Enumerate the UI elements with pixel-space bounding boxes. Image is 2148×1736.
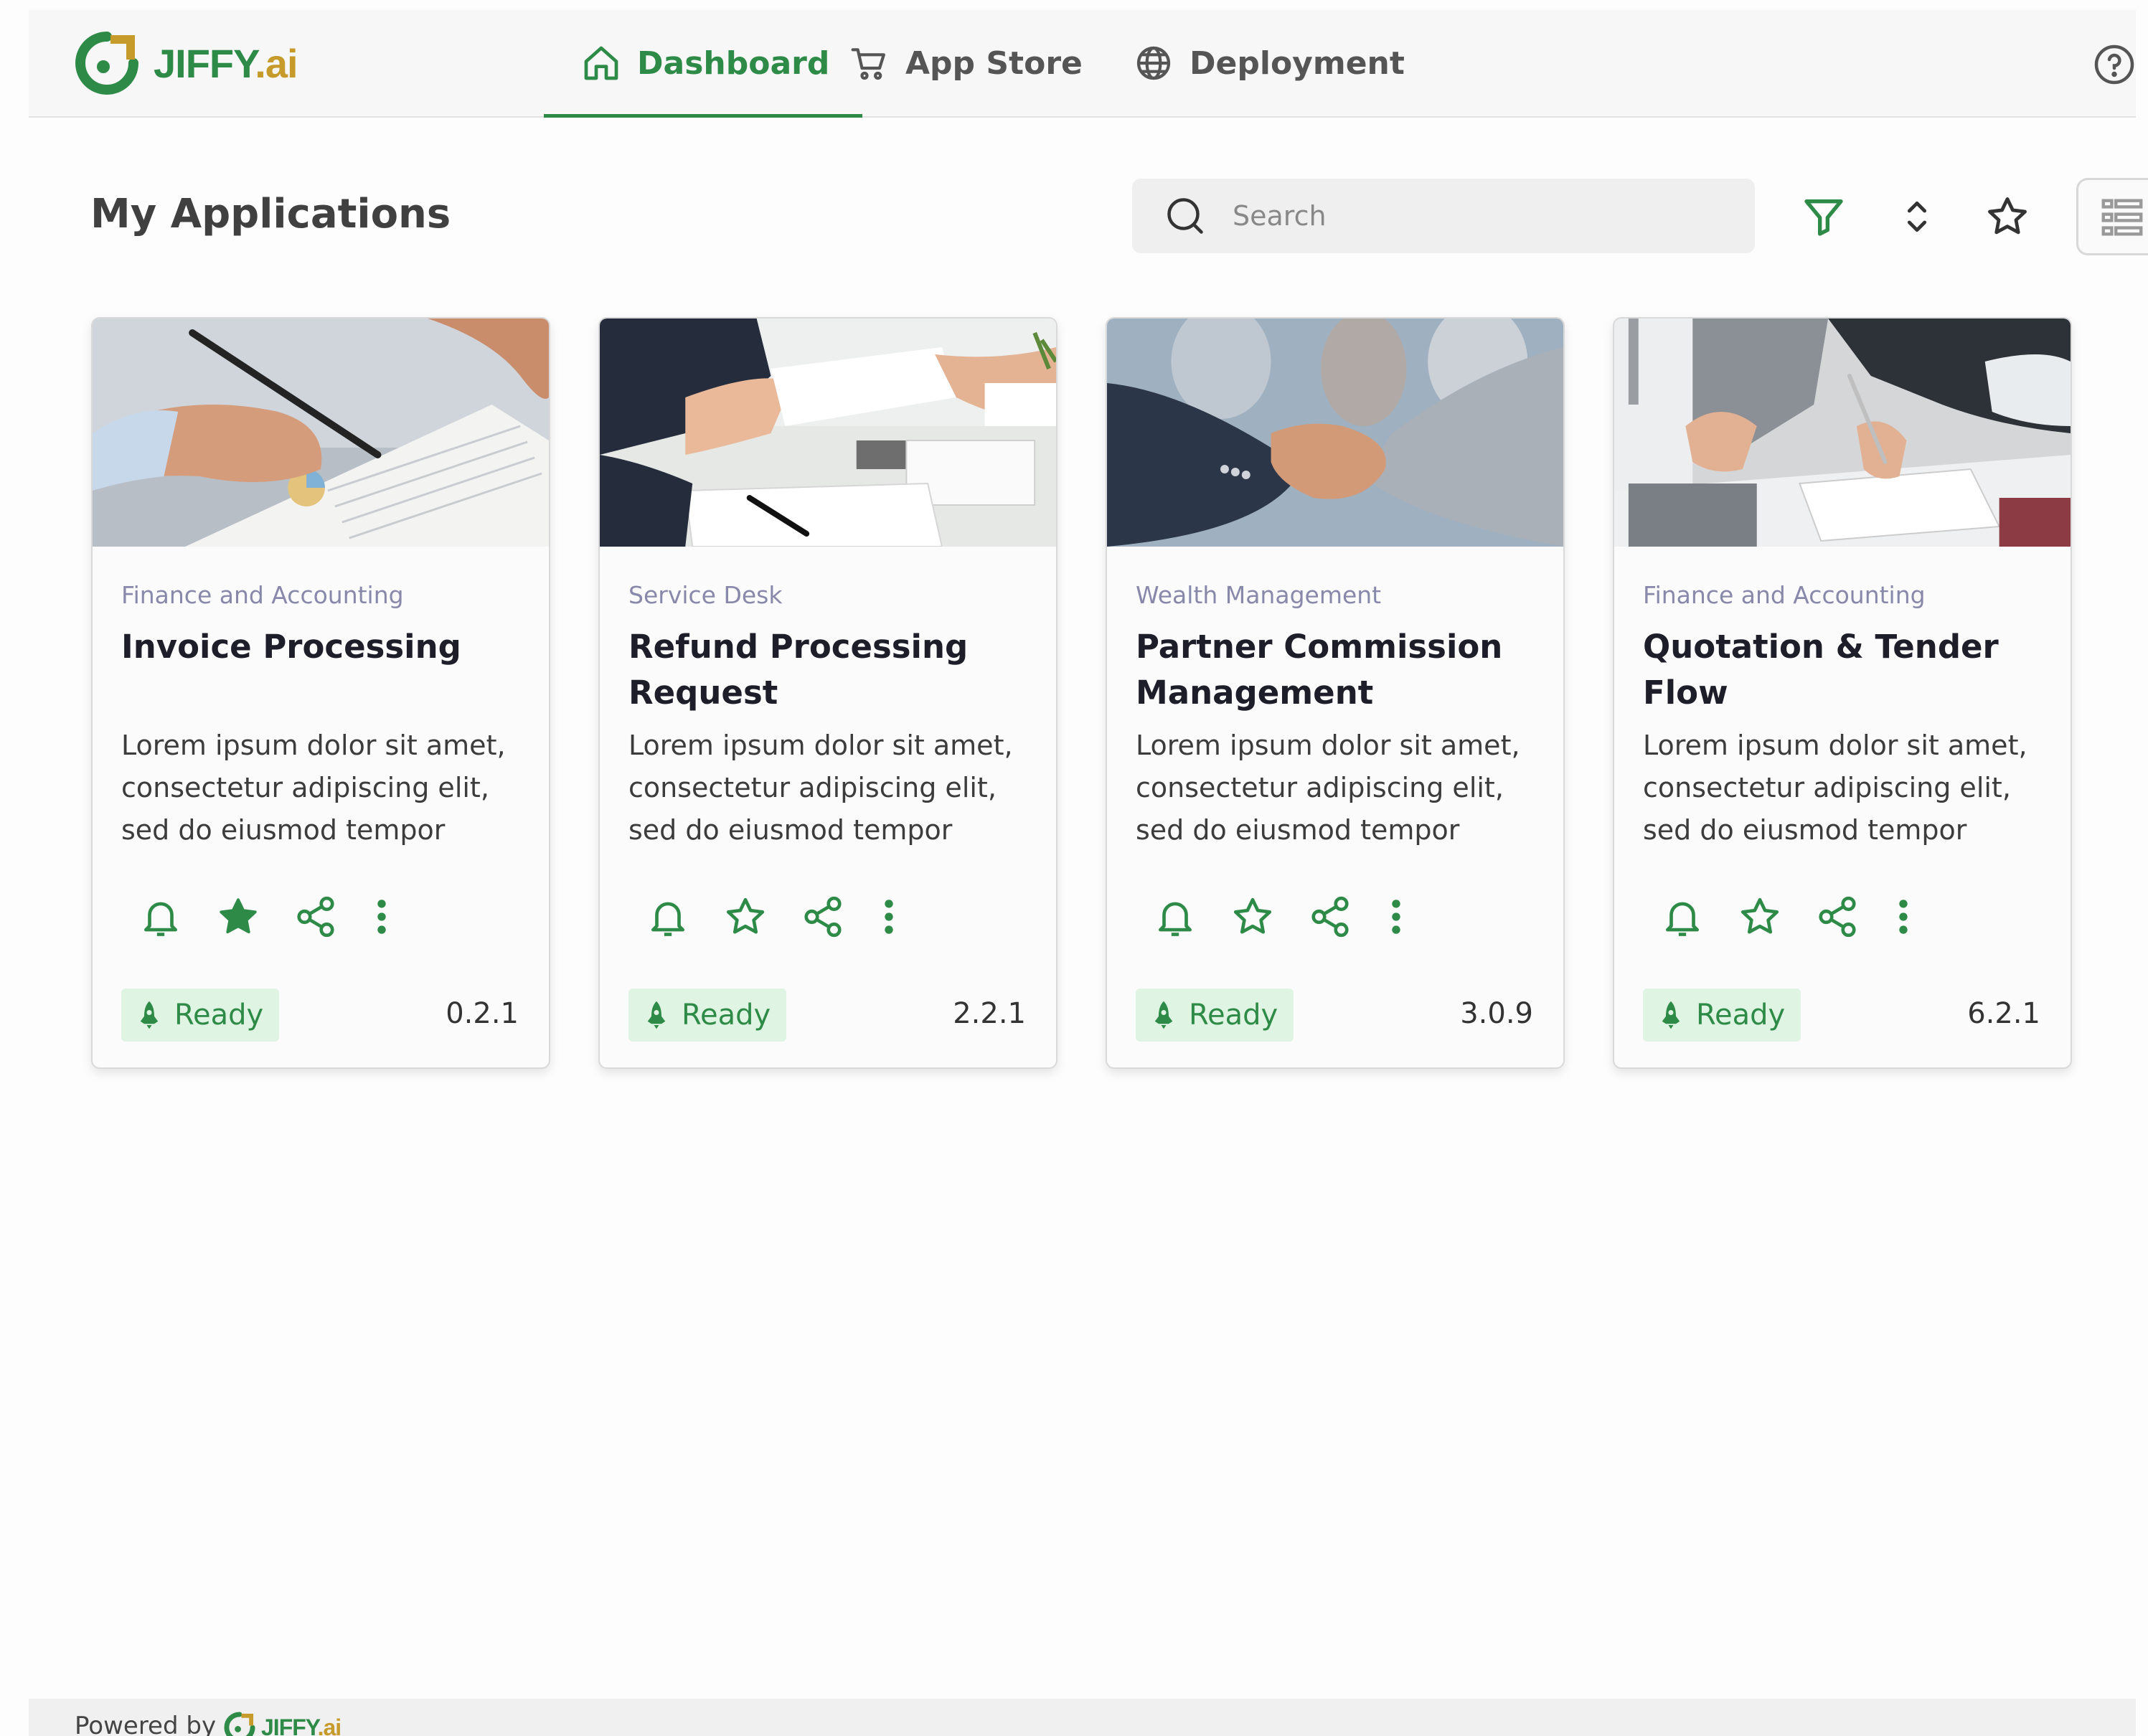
bell-icon[interactable] (1153, 895, 1197, 939)
bell-icon[interactable] (138, 895, 183, 939)
share-icon[interactable] (1308, 895, 1352, 939)
jiffy-logo-icon (75, 32, 138, 95)
rocket-icon (1154, 1001, 1173, 1029)
jiffy-logo-icon (224, 1712, 255, 1736)
footer-brand-name: JIFFY.ai (261, 1714, 341, 1736)
status-badge: Ready (121, 989, 280, 1042)
filter-icon[interactable] (1801, 194, 1847, 240)
card-actions (646, 894, 933, 940)
card-description: Lorem ipsum dolor sit amet, consectetur … (121, 730, 506, 846)
app-card-quotation-tender[interactable]: Finance and Accounting Quotation & Tende… (1613, 317, 2072, 1069)
version-label: 3.0.9 (1460, 997, 1533, 1030)
rocket-icon (647, 1001, 666, 1029)
tab-dashboard[interactable]: Dashboard (543, 10, 863, 118)
favorite-icon[interactable] (1984, 194, 2030, 240)
tab-app-store[interactable]: App Store (849, 10, 1083, 116)
star-icon[interactable] (1230, 895, 1275, 939)
help-icon[interactable] (2093, 43, 2136, 86)
tab-label: Dashboard (637, 44, 830, 82)
status-label: Ready (1189, 999, 1278, 1032)
version-label: 2.2.1 (953, 997, 1026, 1030)
status-label: Ready (682, 999, 771, 1032)
sort-icon[interactable] (1894, 194, 1940, 240)
card-image-documents (93, 319, 549, 547)
view-toggle[interactable] (2076, 178, 2148, 255)
status-badge: Ready (1136, 989, 1294, 1042)
tab-label: Deployment (1190, 44, 1405, 82)
bell-icon[interactable] (646, 895, 690, 939)
card-category: Service Desk (628, 581, 783, 609)
powered-by-text: Powered by (75, 1712, 217, 1736)
search-box[interactable] (1132, 179, 1755, 253)
app-card-invoice-processing[interactable]: Finance and Accounting Invoice Processin… (91, 317, 550, 1069)
card-category: Wealth Management (1136, 581, 1382, 609)
footer: Powered by JIFFY.ai (29, 1699, 2136, 1736)
status-badge: Ready (628, 989, 787, 1042)
share-icon[interactable] (801, 895, 845, 939)
home-icon (584, 46, 618, 80)
card-title: Refund Processing Request (628, 628, 969, 712)
star-filled-icon[interactable] (216, 895, 260, 939)
app-card-refund-processing[interactable]: Service Desk Refund Processing Request L… (598, 317, 1057, 1069)
list-view-icon (2101, 199, 2143, 236)
rocket-icon (140, 1001, 159, 1029)
search-input[interactable] (1231, 199, 1722, 232)
card-title: Partner Commission Management (1136, 628, 1503, 712)
status-label: Ready (1696, 999, 1786, 1032)
card-image-handshake (1107, 319, 1563, 547)
star-icon[interactable] (723, 895, 768, 939)
brand-name: JIFFY.ai (154, 40, 298, 86)
version-label: 6.2.1 (1967, 997, 2040, 1030)
card-description: Lorem ipsum dolor sit amet, consectetur … (1136, 730, 1520, 846)
app-card-partner-commission[interactable]: Wealth Management Partner Commission Man… (1106, 317, 1565, 1069)
cart-icon (851, 48, 885, 80)
card-image-handing-document (600, 319, 1056, 547)
search-icon (1167, 198, 1203, 234)
card-actions (138, 894, 425, 940)
rocket-icon (1662, 1001, 1680, 1029)
more-options-icon[interactable] (878, 895, 900, 939)
tab-deployment[interactable]: Deployment (1134, 10, 1405, 116)
status-badge: Ready (1643, 989, 1801, 1042)
card-description: Lorem ipsum dolor sit amet, consectetur … (1643, 730, 2027, 846)
card-image-signing-contract (1614, 319, 2071, 547)
card-description: Lorem ipsum dolor sit amet, consectetur … (628, 730, 1013, 846)
share-icon[interactable] (293, 895, 338, 939)
card-title: Quotation & Tender Flow (1643, 628, 1999, 712)
more-options-icon[interactable] (1385, 895, 1407, 939)
more-options-icon[interactable] (1893, 895, 1914, 939)
card-title: Invoice Processing (121, 628, 461, 666)
card-category: Finance and Accounting (1643, 581, 1926, 609)
top-nav-bar: JIFFY.ai Dashboard App Store Deployment (29, 10, 2136, 118)
star-icon[interactable] (1738, 895, 1782, 939)
version-label: 0.2.1 (446, 997, 519, 1030)
footer-logo: JIFFY.ai (224, 1712, 341, 1736)
share-icon[interactable] (1815, 895, 1860, 939)
page-title: My Applications (90, 191, 451, 237)
card-actions (1153, 894, 1440, 940)
more-options-icon[interactable] (371, 895, 392, 939)
tab-label: App Store (905, 44, 1083, 82)
globe-icon (1136, 46, 1171, 80)
jiffy-logo[interactable]: JIFFY.ai (75, 30, 298, 96)
status-label: Ready (174, 999, 264, 1032)
bell-icon[interactable] (1660, 895, 1705, 939)
card-category: Finance and Accounting (121, 581, 404, 609)
card-actions (1660, 894, 1947, 940)
